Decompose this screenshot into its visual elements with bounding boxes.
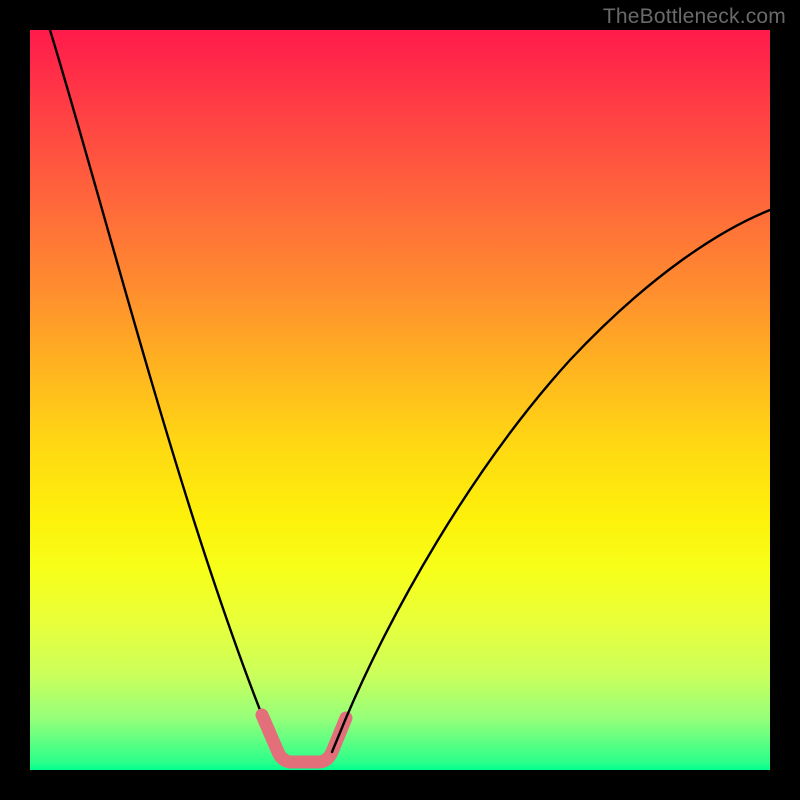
- curve-right-branch: [332, 210, 770, 752]
- watermark-text: TheBottleneck.com: [603, 5, 786, 29]
- curve-left-branch: [50, 30, 278, 752]
- outer-frame: TheBottleneck.com: [0, 0, 800, 800]
- curve-bottom-highlight: [262, 715, 346, 762]
- plot-area: [30, 30, 770, 770]
- chart-svg: [30, 30, 770, 770]
